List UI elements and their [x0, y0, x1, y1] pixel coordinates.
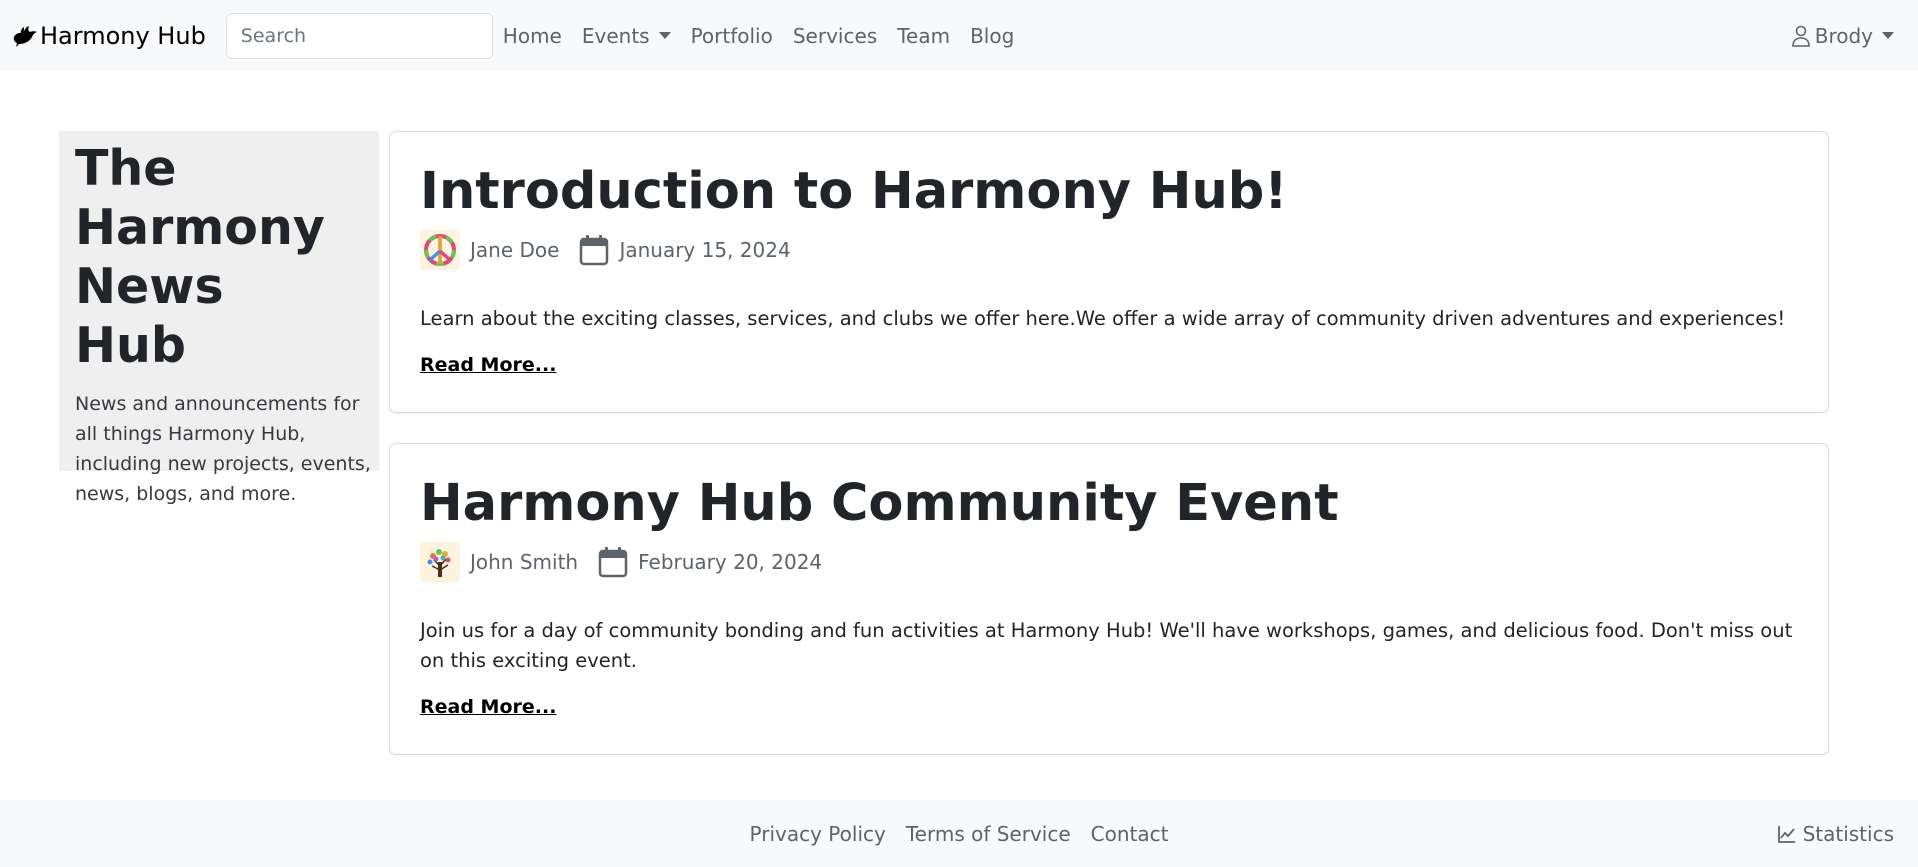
post-card: Introduction to Harmony Hub! Jane Doe Ja… [389, 131, 1829, 413]
nav-portfolio-label: Portfolio [690, 23, 773, 48]
brand-link[interactable]: Harmony Hub [12, 22, 206, 50]
author-name: John Smith [470, 550, 579, 574]
nav-events-label: Events [581, 23, 650, 48]
post-card: Harmony Hub Community Event John Smith F… [389, 443, 1829, 755]
user-name: Brody [1814, 23, 1873, 48]
post-title: Introduction to Harmony Hub! [420, 162, 1288, 221]
contact-link[interactable]: Contact [1091, 822, 1169, 846]
post-title: Harmony Hub Community Event [420, 474, 1339, 533]
nav-services-link[interactable]: Services [783, 24, 887, 48]
statistics-label: Statistics [1802, 821, 1894, 846]
author-name: Jane Doe [470, 238, 560, 262]
author-avatar [420, 542, 460, 582]
search-input[interactable] [225, 12, 493, 59]
post-date: January 15, 2024 [619, 238, 791, 262]
footer-links: Privacy Policy Terms of Service Contact [750, 822, 1169, 846]
post-meta: John Smith February 20, 2024 [420, 542, 1798, 582]
caret-down-icon [1882, 32, 1894, 39]
line-chart-icon [1777, 825, 1795, 843]
post-excerpt: Learn about the exciting classes, servic… [420, 307, 1786, 330]
nav-team-label: Team [897, 23, 951, 48]
user-menu-dropdown[interactable]: Brody [1791, 0, 1894, 71]
privacy-policy-link[interactable]: Privacy Policy [750, 822, 886, 846]
nav-home-link[interactable]: Home [493, 24, 572, 48]
read-more-link[interactable]: Read More... [420, 696, 556, 718]
nav-home-label: Home [502, 23, 562, 48]
nav-team-link[interactable]: Team [887, 24, 960, 48]
post-excerpt: Join us for a day of community bonding a… [420, 619, 1793, 672]
page-footer: Privacy Policy Terms of Service Contact … [0, 800, 1918, 867]
tree-icon [427, 549, 451, 577]
nav-portfolio-link[interactable]: Portfolio [681, 24, 783, 48]
sidebar-title: The Harmony News Hub [75, 140, 325, 374]
nav-services-label: Services [792, 23, 878, 48]
sidebar-description: News and announcements for all things Ha… [75, 393, 371, 505]
read-more-link[interactable]: Read More... [420, 354, 556, 376]
person-icon [1791, 25, 1810, 47]
post-date: February 20, 2024 [638, 550, 823, 574]
nav-blog-label: Blog [970, 23, 1015, 48]
calendar-icon [580, 235, 609, 266]
peace-sign-icon [424, 234, 456, 266]
terms-of-service-link[interactable]: Terms of Service [906, 822, 1071, 846]
top-navbar: Harmony Hub Home Events Portfolio Servic… [0, 0, 1918, 71]
news-sidebar: The Harmony News Hub News and announceme… [59, 131, 379, 505]
nav-blog-link[interactable]: Blog [960, 24, 1024, 48]
calendar-icon [598, 547, 628, 578]
dove-icon [13, 25, 38, 47]
post-meta: Jane Doe January 15, 2024 [420, 230, 1798, 270]
author-avatar [420, 230, 460, 270]
caret-down-icon [658, 32, 671, 39]
nav-events-dropdown[interactable]: Events [572, 24, 681, 48]
statistics-link[interactable]: Statistics [1777, 800, 1894, 867]
brand-name: Harmony Hub [40, 21, 206, 50]
nav-links: Home Events Portfolio Services Team Blog [493, 24, 1025, 48]
